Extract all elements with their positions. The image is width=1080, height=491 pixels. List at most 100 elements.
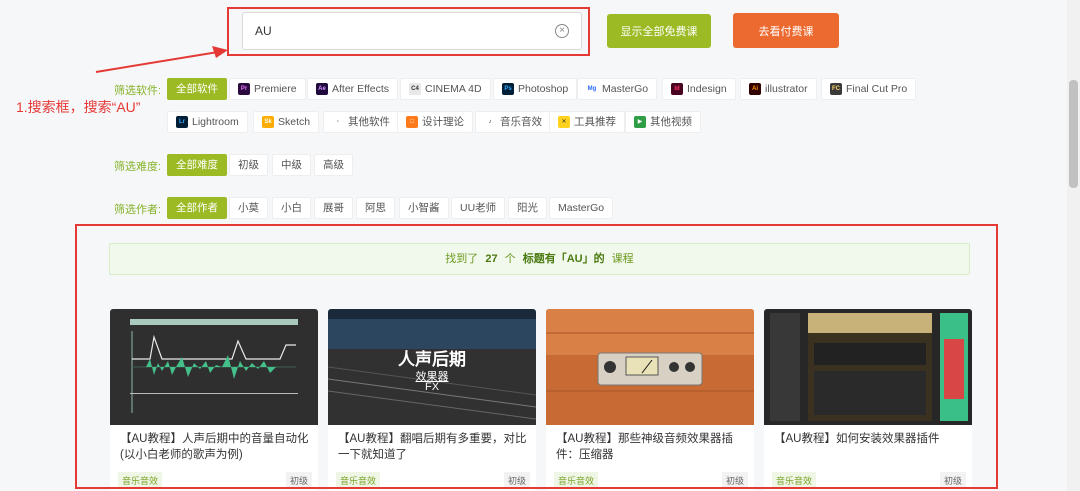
filter-tag-label: 小莫 bbox=[238, 202, 259, 214]
filter-tag-label: Photoshop bbox=[518, 83, 569, 95]
software-filter-0[interactable]: 全部软件 bbox=[167, 78, 227, 100]
software-filter-2[interactable]: Ae After Effects bbox=[307, 78, 398, 100]
course-title[interactable]: 【AU教程】那些神级音频效果器插件：压缩器 bbox=[556, 431, 746, 463]
difficulty-filter-3[interactable]: 高级 bbox=[314, 154, 353, 176]
filter-tag-label: 初级 bbox=[238, 159, 259, 171]
course-level-badge: 初级 bbox=[503, 472, 530, 489]
result-count: 27 bbox=[485, 253, 498, 265]
course-title[interactable]: 【AU教程】人声后期中的音量自动化(以小白老师的歌声为例) bbox=[120, 431, 310, 463]
thumbnail-subtitle-fx: FX bbox=[424, 381, 440, 393]
author-filter-3[interactable]: 展哥 bbox=[314, 197, 353, 219]
software-filter-8[interactable]: FC Final Cut Pro bbox=[821, 78, 917, 100]
mastergo-icon: Mg bbox=[586, 83, 598, 95]
scrollbar-track[interactable] bbox=[1067, 0, 1080, 491]
view-paid-courses-button[interactable]: 去看付费课 bbox=[733, 13, 839, 48]
author-filter-5[interactable]: 小智酱 bbox=[399, 197, 449, 219]
course-level-badge: 初级 bbox=[285, 472, 312, 489]
course-title[interactable]: 【AU教程】如何安装效果器插件 bbox=[774, 431, 964, 447]
filter-tag-label: 阳光 bbox=[517, 202, 538, 214]
filter-tag-label: 展哥 bbox=[323, 202, 344, 214]
author-filter-0[interactable]: 全部作者 bbox=[167, 197, 227, 219]
course-category-badge: 音乐音效 bbox=[118, 472, 163, 489]
cinema-4d-icon: C4 bbox=[409, 83, 421, 95]
course-thumbnail-mixer[interactable]: 人声后期 效果器 FX bbox=[328, 309, 536, 425]
photoshop-icon: Ps bbox=[502, 83, 514, 95]
difficulty-filter-2[interactable]: 中级 bbox=[272, 154, 311, 176]
final-cut-pro-icon: FC bbox=[830, 83, 842, 95]
filter-tag-label: MasterGo bbox=[558, 202, 605, 214]
software-filter-15[interactable]: ▶ 其他视频 bbox=[625, 111, 701, 133]
premiere-icon: Pr bbox=[238, 83, 250, 95]
filter-tag-label: 小智酱 bbox=[408, 202, 440, 214]
course-category-badge: 音乐音效 bbox=[336, 472, 381, 489]
filter-tag-label: 其他软件 bbox=[348, 116, 390, 128]
course-level-badge: 初级 bbox=[721, 472, 748, 489]
software-filter-10[interactable]: Sk Sketch bbox=[253, 111, 320, 133]
author-filter-label: 筛选作者: bbox=[114, 204, 162, 216]
其他视频-icon: ▶ bbox=[634, 116, 646, 128]
search-box[interactable]: × bbox=[242, 12, 582, 50]
filter-tag-label: 小白 bbox=[281, 202, 302, 214]
software-filter-9[interactable]: Lr Lightroom bbox=[167, 111, 248, 133]
thumbnail-title: 人声后期 bbox=[398, 350, 466, 369]
software-filter-11[interactable]: · 其他软件 bbox=[323, 111, 399, 133]
filter-tag-label: 全部作者 bbox=[176, 202, 218, 214]
filter-tag-label: Sketch bbox=[278, 116, 311, 128]
author-filter-2[interactable]: 小白 bbox=[272, 197, 311, 219]
course-thumbnail-compressor[interactable] bbox=[546, 309, 754, 425]
software-filter-5[interactable]: Mg MasterGo bbox=[577, 78, 658, 100]
result-count-bar: 找到了 27 个 标题有「AU」的 课程 bbox=[109, 243, 970, 275]
course-card[interactable]: 【AU教程】人声后期中的音量自动化(以小白老师的歌声为例) 音乐音效 初级 bbox=[110, 309, 318, 491]
result-keyword: 标题有「AU」的 bbox=[522, 253, 605, 265]
clear-search-icon[interactable]: × bbox=[555, 24, 569, 38]
software-filter-12[interactable]: □ 设计理论 bbox=[397, 111, 473, 133]
difficulty-filter-1[interactable]: 初级 bbox=[229, 154, 268, 176]
filter-tag-label: Indesign bbox=[687, 83, 727, 95]
software-filter-7[interactable]: Ai illustrator bbox=[740, 78, 817, 100]
difficulty-filter-label: 筛选难度: bbox=[114, 161, 162, 173]
sketch-icon: Sk bbox=[262, 116, 274, 128]
filter-tag-label: Lightroom bbox=[192, 116, 239, 128]
result-unit: 个 bbox=[504, 253, 516, 265]
software-filter-13[interactable]: ♪ 音乐音效 bbox=[475, 111, 551, 133]
filter-tag-label: CINEMA 4D bbox=[425, 83, 482, 95]
show-free-courses-button[interactable]: 显示全部免费课 bbox=[607, 14, 711, 48]
author-filter-1[interactable]: 小莫 bbox=[229, 197, 268, 219]
course-thumbnail-waveform[interactable] bbox=[110, 309, 318, 425]
course-category-badge: 音乐音效 bbox=[772, 472, 817, 489]
course-card[interactable]: 【AU教程】如何安装效果器插件 音乐音效 初级 bbox=[764, 309, 972, 491]
工具推荐-icon: ✕ bbox=[558, 116, 570, 128]
author-filter-8[interactable]: MasterGo bbox=[549, 197, 614, 219]
result-suffix: 课程 bbox=[611, 253, 634, 265]
result-prefix: 找到了 bbox=[445, 253, 479, 265]
search-input[interactable] bbox=[243, 13, 543, 49]
author-filter-4[interactable]: 阿思 bbox=[356, 197, 395, 219]
filter-tag-label: 阿思 bbox=[365, 202, 386, 214]
filter-tag-label: 工具推荐 bbox=[574, 116, 616, 128]
lightroom-icon: Lr bbox=[176, 116, 188, 128]
filter-tag-label: Final Cut Pro bbox=[846, 83, 908, 95]
course-thumbnail-plugin[interactable] bbox=[764, 309, 972, 425]
course-title[interactable]: 【AU教程】翻唱后期有多重要，对比一下就知道了 bbox=[338, 431, 528, 463]
illustrator-icon: Ai bbox=[749, 83, 761, 95]
software-filter-3[interactable]: C4 CINEMA 4D bbox=[400, 78, 491, 100]
filter-tag-label: illustrator bbox=[765, 83, 808, 95]
software-filter-4[interactable]: Ps Photoshop bbox=[493, 78, 578, 100]
author-filter-6[interactable]: UU老师 bbox=[451, 197, 506, 219]
annotation-arrow-icon bbox=[95, 46, 228, 73]
software-filter-1[interactable]: Pr Premiere bbox=[229, 78, 306, 100]
difficulty-filter-0[interactable]: 全部难度 bbox=[167, 154, 227, 176]
filter-tag-label: 其他视频 bbox=[650, 116, 692, 128]
course-card[interactable]: 【AU教程】那些神级音频效果器插件：压缩器 音乐音效 初级 bbox=[546, 309, 754, 491]
course-category-badge: 音乐音效 bbox=[554, 472, 599, 489]
scrollbar-thumb[interactable] bbox=[1069, 80, 1078, 188]
software-filter-label: 筛选软件: bbox=[114, 85, 162, 97]
filter-tag-label: 全部难度 bbox=[176, 159, 218, 171]
course-card[interactable]: 人声后期 效果器 FX 【AU教程】翻唱后期有多重要，对比一下就知道了 音乐音效… bbox=[328, 309, 536, 491]
filter-tag-label: 设计理论 bbox=[422, 116, 464, 128]
course-level-badge: 初级 bbox=[939, 472, 966, 489]
software-filter-6[interactable]: Id Indesign bbox=[662, 78, 736, 100]
software-filter-14[interactable]: ✕ 工具推荐 bbox=[549, 111, 625, 133]
author-filter-7[interactable]: 阳光 bbox=[508, 197, 547, 219]
设计理论-icon: □ bbox=[406, 116, 418, 128]
